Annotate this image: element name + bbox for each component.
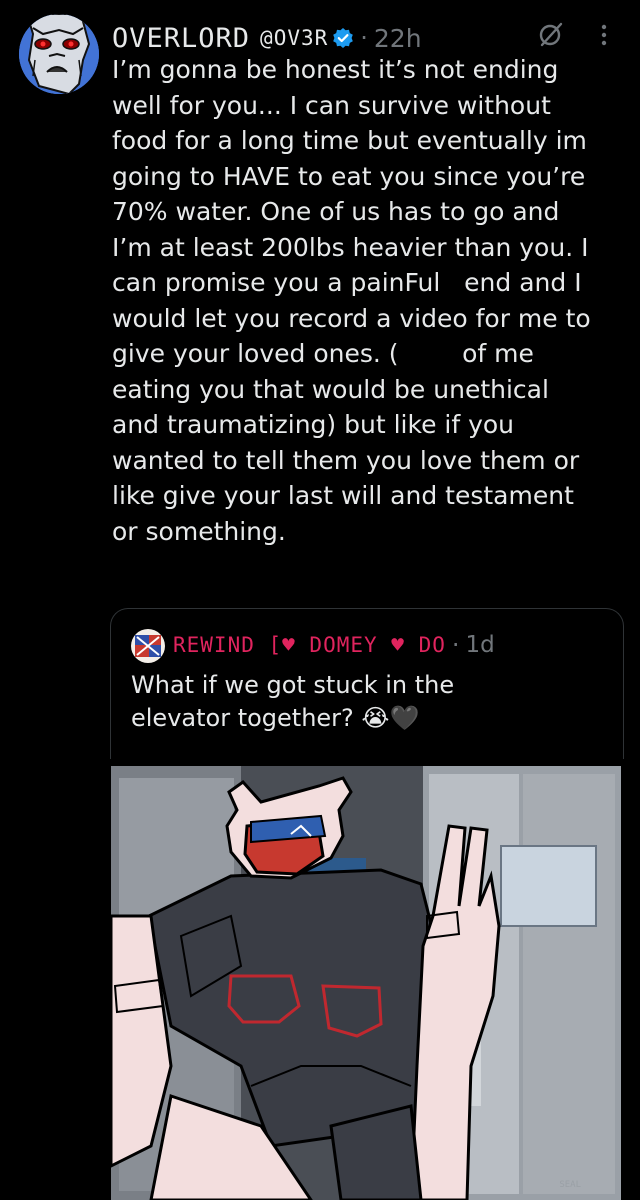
tweet: OVERLORD @OV3R · 22h I’m gonna be honest…	[0, 0, 640, 1200]
verified-badge-icon	[332, 27, 354, 49]
quoted-post[interactable]: REWIND [♥ DOMEY ♥ DO · 1d What if we got…	[110, 608, 624, 759]
tweet-text: I’m gonna be honest it’s not ending well…	[112, 55, 591, 546]
author-handle[interactable]: @OV3R	[260, 26, 328, 50]
artist-signature: SEAL	[559, 1180, 581, 1190]
header-separator: ·	[360, 24, 368, 52]
quoted-author-name[interactable]: REWIND [♥ DOMEY ♥ DO	[173, 633, 446, 657]
author-avatar[interactable]	[19, 14, 99, 94]
quoted-author-avatar[interactable]	[131, 629, 165, 663]
author-display-name[interactable]: OVERLORD	[112, 23, 250, 54]
more-options-icon[interactable]	[596, 22, 612, 48]
grok-icon[interactable]	[537, 20, 565, 48]
robot-elevator-drawing	[111, 766, 621, 1200]
quoted-post-media[interactable]: SEAL	[111, 766, 621, 1200]
quoted-post-header: REWIND [♥ DOMEY ♥ DO · 1d	[173, 627, 613, 663]
post-timestamp[interactable]: 22h	[374, 24, 422, 53]
quoted-post-text: What if we got stuck in the elevator tog…	[131, 671, 455, 732]
quoted-header-separator: ·	[451, 631, 460, 659]
quoted-post-timestamp[interactable]: 1d	[466, 632, 495, 658]
avatar-image	[19, 14, 99, 94]
